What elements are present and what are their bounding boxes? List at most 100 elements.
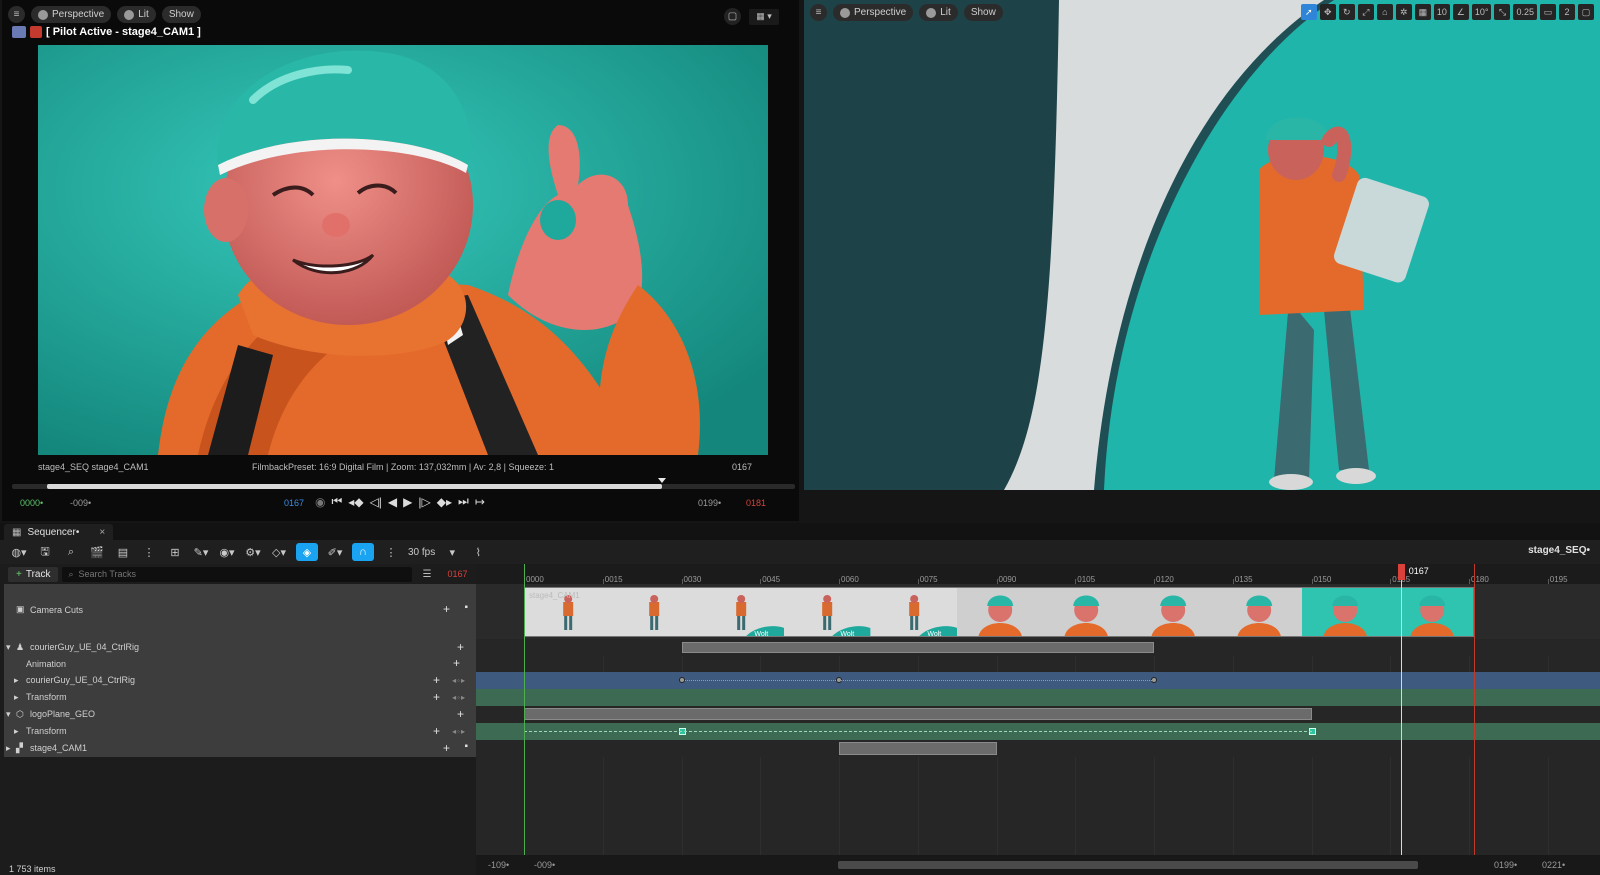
key-nav-icon[interactable]: ◂◦▸ [452,727,466,736]
show-button[interactable]: Show [963,4,1003,21]
step-back-key-icon[interactable]: ◂◆ [348,495,363,509]
hierarchy-icon[interactable]: ⊞ [166,543,184,561]
play-reverse-icon[interactable]: ◀ [388,495,397,509]
more-options-icon[interactable]: ⋮ [140,543,158,561]
lit-button[interactable]: Lit [117,6,156,23]
camera-cut-section[interactable]: Wolt Wolt Wolt stage4_CAM1 [524,587,1475,637]
tab-sequencer[interactable]: ▦ Sequencer• × [4,524,114,540]
save-icon[interactable]: 🖫 [36,543,54,561]
add-icon[interactable]: + [457,707,464,721]
expand-chevron-icon[interactable]: ▸ [14,692,19,703]
loop-icon[interactable]: ↦ [475,495,485,509]
rotate-tool-icon[interactable]: ↻ [1338,4,1355,20]
scrub-handle[interactable] [657,478,666,483]
grid-snap-value[interactable]: 10 [1433,4,1450,20]
playback-scrubber[interactable] [12,478,795,489]
maximize-icon[interactable]: ▢ [724,8,741,25]
surface-snap-icon[interactable]: ✲ [1395,4,1412,20]
current-frame[interactable]: 0167 [447,569,467,579]
find-asset-icon[interactable]: ⌕ [62,543,80,561]
grid-snap-icon[interactable]: ▦ [1414,4,1431,20]
key-nav-icon[interactable]: ◂◦▸ [452,693,466,702]
chevron-down-icon[interactable]: ▾ [443,543,461,561]
timecode-offset[interactable]: -009• [70,498,91,508]
scale-tool-icon[interactable]: ⤢ [1357,4,1374,20]
add-icon[interactable]: + [433,724,440,738]
world-settings-icon[interactable]: ◍▾ [10,543,28,561]
camera-speed-value[interactable]: 2 [1559,4,1575,20]
scale-snap-icon[interactable]: ⤡ [1494,4,1511,20]
timeline-scrollbar[interactable] [838,861,1418,869]
jump-to-start-icon[interactable]: ⏮ [331,494,342,509]
curve-editor-icon[interactable]: ⌇ [469,543,487,561]
step-back-frame-icon[interactable]: ◁| [370,495,382,509]
lit-button[interactable]: Lit [919,4,958,21]
scale-snap-value[interactable]: 0.25 [1513,4,1537,20]
clapper-icon[interactable]: ▤ [114,543,132,561]
rotation-snap-value[interactable]: 10° [1471,4,1492,20]
camera-speed-icon[interactable]: ▭ [1540,4,1556,20]
perspective-button[interactable]: Perspective [31,6,112,23]
hamburger-icon[interactable]: ≡ [8,6,25,23]
maximize-icon[interactable]: ▢ [1578,4,1594,20]
sequence-name[interactable]: stage4_SEQ• [1528,545,1590,556]
key-interpolation-icon[interactable]: ◇▾ [270,543,288,561]
timecode-end[interactable]: 0199• [698,498,721,508]
select-tool-icon[interactable]: ➚ [1300,4,1317,20]
add-icon[interactable]: + [433,690,440,704]
add-icon[interactable]: + [443,602,450,616]
brush-icon[interactable]: ✐▾ [326,543,344,561]
track-row-ctrlrig[interactable]: ▾ ♟ courierGuy_UE_04_CtrlRig + [4,639,476,656]
jump-to-end-icon[interactable]: ⏭ [458,494,469,509]
timecode-start[interactable]: 0000• [20,498,43,508]
auto-key-icon[interactable]: ◈ [296,543,318,561]
add-icon[interactable]: + [433,673,440,687]
snap-options-icon[interactable]: ⋮ [382,543,400,561]
playback-start-marker[interactable] [524,564,525,855]
perspective-viewport[interactable]: ≡ Perspective Lit Show ➚ ✥ ↻ ⤢ ⌂ ✲ ▦ 10 … [804,0,1600,521]
lock-icon[interactable]: ▪ [464,602,468,613]
key-nav-icon[interactable]: ◂◦▸ [452,676,466,685]
perspective-button[interactable]: Perspective [833,4,914,21]
tools-icon[interactable]: ✎▾ [192,543,210,561]
working-range-end[interactable]: 0199• [1494,860,1517,870]
track-row-transform-1[interactable]: ▸ Transform + ◂◦▸ [4,689,476,706]
camera-lock-icon[interactable]: ▪ [464,741,468,752]
camera-section[interactable] [839,742,997,755]
step-forward-frame-icon[interactable]: |▷ [418,495,430,509]
expand-chevron-icon[interactable]: ▾ [6,642,11,653]
filter-icon[interactable]: ☰ [422,569,431,580]
add-icon[interactable]: + [457,640,464,654]
view-range-start[interactable]: -109• [488,860,509,870]
layout-grid-icon[interactable]: ▦ ▾ [749,8,779,25]
timecode-end-2[interactable]: 0181 [746,498,766,508]
hamburger-icon[interactable]: ≡ [810,4,827,21]
playback-end-marker[interactable] [1474,564,1476,855]
track-row-camera[interactable]: ▸ ▞ stage4_CAM1 + ▪ [4,740,476,757]
logoplane-section[interactable] [524,708,1312,720]
track-row-transform-2[interactable]: ▸ Transform + ◂◦▸ [4,723,476,740]
expand-chevron-icon[interactable]: ▾ [6,709,11,720]
close-icon[interactable]: × [99,527,105,538]
skeletal-animation-section[interactable] [681,642,1154,653]
expand-chevron-icon[interactable]: ▸ [14,726,19,737]
timeline-area[interactable]: 0000 0015 0030 0045 0060 0075 0090 0105 0120 0135… [476,564,1600,875]
translate-tool-icon[interactable]: ✥ [1319,4,1336,20]
track-row-camera-cuts[interactable]: ▣ Camera Cuts + ▪ [4,584,476,639]
track-row-animation[interactable]: Animation + [4,656,476,672]
timecode-current[interactable]: 0167 [284,498,304,508]
working-range-start[interactable]: -009• [534,860,555,870]
show-button[interactable]: Show [161,6,201,23]
coordinate-space-icon[interactable]: ⌂ [1376,4,1393,20]
search-tracks-input[interactable]: ⌕ Search Tracks [62,566,413,582]
playhead-handle[interactable] [1397,564,1405,580]
playback-options-icon[interactable]: ⚙▾ [244,543,262,561]
playhead-line[interactable] [1400,574,1402,855]
expand-chevron-icon[interactable]: ▸ [14,675,19,686]
expand-chevron-icon[interactable]: ▸ [6,743,11,754]
rotation-snap-icon[interactable]: ∠ [1452,4,1469,20]
fps-dropdown[interactable]: 30 fps [408,547,435,558]
view-range-end[interactable]: 0221• [1542,860,1565,870]
record-icon[interactable]: ◉ [315,495,325,509]
render-movie-icon[interactable]: 🎬 [88,543,106,561]
